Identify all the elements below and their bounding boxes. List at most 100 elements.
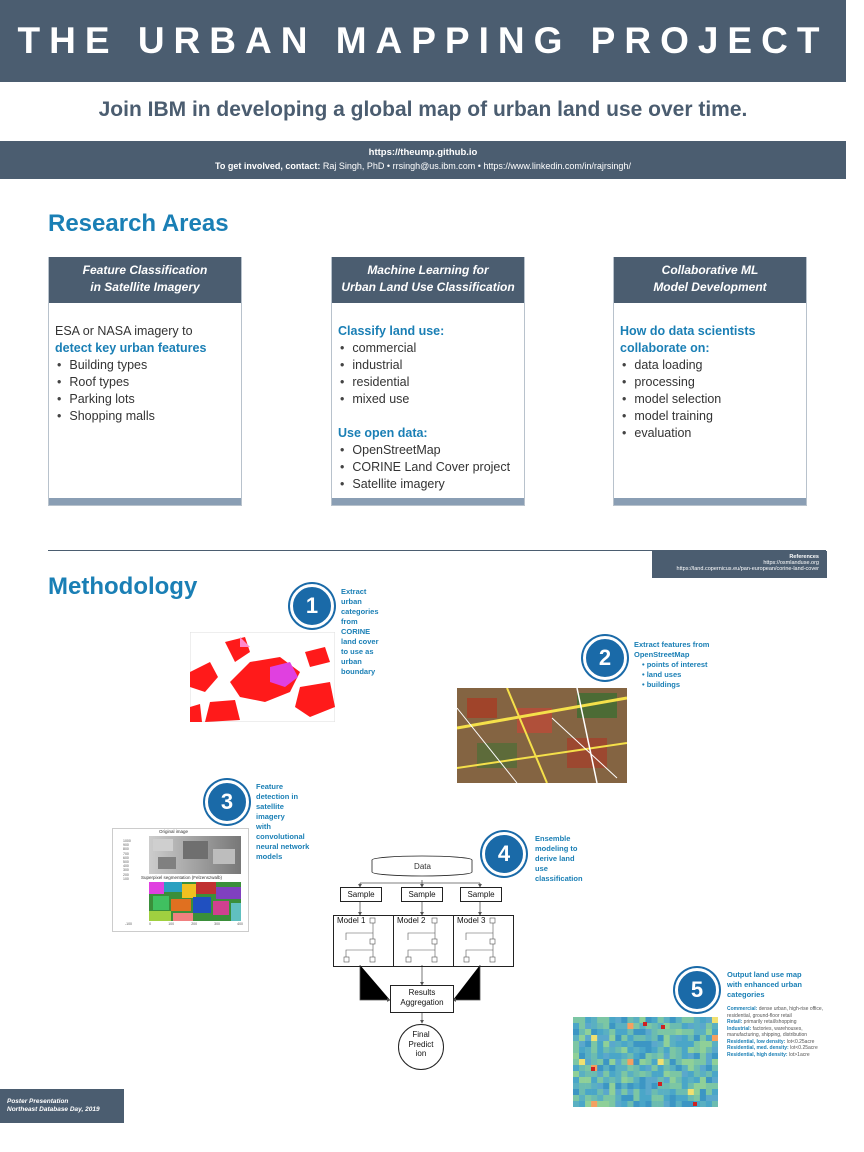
heatmap-cell xyxy=(705,1035,713,1042)
caption-line: Extract xyxy=(341,587,367,596)
project-url-link[interactable]: https://theump.github.io xyxy=(0,147,846,158)
heatmap-cell xyxy=(633,1083,640,1090)
heatmap-cell xyxy=(651,1017,658,1024)
heatmap-cell xyxy=(597,1083,604,1090)
heatmap-cell xyxy=(711,1017,718,1024)
heatmap-cell xyxy=(657,1065,664,1072)
heatmap-cell xyxy=(693,1089,701,1096)
heatmap-cell xyxy=(621,1089,628,1096)
heatmap-cell xyxy=(609,1065,616,1072)
legend-label: Commercial: xyxy=(727,1006,758,1012)
heatmap-cell xyxy=(705,1023,713,1030)
step-3-caption: Feature detection in satellite imagery w… xyxy=(256,782,309,862)
heatmap-cell xyxy=(585,1023,592,1030)
openstreetmap-aerial-image xyxy=(457,688,627,783)
heatmap-cell xyxy=(669,1095,677,1102)
heatmap-cell xyxy=(585,1077,592,1084)
heatmap-cell xyxy=(645,1083,652,1090)
heatmap-cell xyxy=(615,1017,622,1024)
heatmap-cell xyxy=(627,1035,634,1042)
heatmap-cell xyxy=(573,1053,580,1060)
heatmap-cell xyxy=(651,1089,658,1096)
flow-model-box: Model 3 xyxy=(453,915,514,967)
heatmap-cell xyxy=(615,1041,622,1048)
caption-line: with xyxy=(256,822,271,831)
heatmap-cell xyxy=(693,1047,701,1054)
final-label-line: ion xyxy=(415,1049,427,1058)
heatmap-cell xyxy=(681,1095,689,1102)
heatmap-cell xyxy=(645,1035,652,1042)
segment-mosaic xyxy=(149,882,241,921)
heatmap-cell xyxy=(705,1101,713,1107)
heatmap-cell xyxy=(699,1041,707,1048)
heatmap-cell xyxy=(699,1095,707,1102)
list-item: Shopping malls xyxy=(57,408,235,425)
heatmap-cell xyxy=(681,1071,689,1078)
heatmap-cell xyxy=(699,1053,707,1060)
heatmap-cell xyxy=(705,1017,713,1024)
heatmap-cell xyxy=(705,1089,713,1096)
card-footer-bar xyxy=(332,498,524,505)
heatmap-cell xyxy=(633,1029,640,1036)
heatmap-cell xyxy=(675,1047,683,1054)
heatmap-cell xyxy=(633,1023,640,1030)
heatmap-cell xyxy=(675,1053,683,1060)
heatmap-cell xyxy=(633,1101,640,1107)
heatmap-cell xyxy=(579,1041,586,1048)
heatmap-cell xyxy=(669,1023,677,1030)
heatmap-cell xyxy=(675,1101,683,1107)
x-tick: 100 xyxy=(168,922,175,926)
card-header: Collaborative ML Model Development xyxy=(614,257,806,303)
reference-link[interactable]: https://land.copernicus.eu/pan-european/… xyxy=(652,566,827,572)
heatmap-cell xyxy=(657,1053,664,1060)
heatmap-cell xyxy=(621,1017,628,1024)
heatmap-cell xyxy=(693,1059,701,1066)
heatmap-cell xyxy=(663,1059,670,1066)
heatmap-cell xyxy=(573,1101,580,1107)
heatmap-cell xyxy=(603,1017,610,1024)
heatmap-cell xyxy=(645,1029,652,1036)
heatmap-cell xyxy=(621,1077,628,1084)
heatmap-hotspot xyxy=(693,1102,697,1106)
heatmap-cell xyxy=(609,1047,616,1054)
heatmap-cell xyxy=(645,1095,652,1102)
heatmap-cell xyxy=(699,1047,707,1054)
heatmap-cell xyxy=(681,1065,689,1072)
caption-line: derive land xyxy=(535,854,575,863)
heatmap-cell xyxy=(627,1095,634,1102)
heatmap-cell xyxy=(609,1059,616,1066)
card-footer-bar xyxy=(49,498,241,505)
list-item: processing xyxy=(622,374,800,391)
heatmap-cell xyxy=(603,1047,610,1054)
heatmap-cell xyxy=(579,1047,586,1054)
heatmap-cell xyxy=(651,1053,658,1060)
caption-bullet-text: points of interest xyxy=(646,660,708,669)
model-label: Model 2 xyxy=(397,916,426,925)
legend-text: lot<0.25acre xyxy=(786,1038,815,1045)
heatmap-cell xyxy=(657,1071,664,1078)
caption-line: categories xyxy=(727,990,765,999)
heatmap-cell xyxy=(591,1101,598,1107)
heatmap-cell xyxy=(687,1017,695,1024)
heatmap-cell xyxy=(627,1089,634,1096)
heatmap-cell xyxy=(603,1023,610,1030)
heatmap-cell xyxy=(639,1065,646,1072)
heatmap-cell xyxy=(621,1035,628,1042)
heatmap-cell xyxy=(573,1059,580,1066)
heatmap-cell xyxy=(579,1059,586,1066)
heatmap-cell xyxy=(699,1083,707,1090)
heatmap-cell xyxy=(597,1047,604,1054)
heatmap-cell xyxy=(693,1035,701,1042)
heatmap-cell xyxy=(591,1059,598,1066)
caption-line: models xyxy=(256,852,283,861)
heatmap-cell xyxy=(669,1101,677,1107)
caption-line: Extract features from xyxy=(634,640,710,649)
heatmap-cell xyxy=(573,1095,580,1102)
caption-line: from xyxy=(341,617,358,626)
heatmap-cell xyxy=(651,1065,658,1072)
contact-details[interactable]: Raj Singh, PhD • rrsingh@us.ibm.com • ht… xyxy=(323,161,631,171)
card-body: How do data scientists collaborate on: d… xyxy=(614,303,806,498)
heatmap-cell xyxy=(657,1095,664,1102)
heatmap-cell xyxy=(675,1059,683,1066)
heatmap-cell xyxy=(573,1083,580,1090)
